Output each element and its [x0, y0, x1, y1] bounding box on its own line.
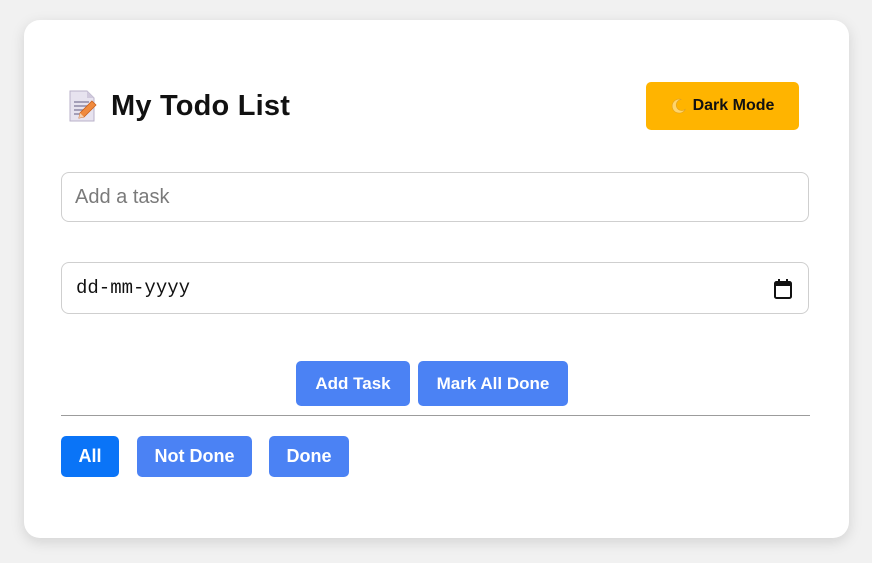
filter-done-button[interactable]: Done [269, 436, 349, 477]
crescent-moon-icon [671, 98, 686, 114]
date-placeholder: dd-mm-yyyy [76, 277, 191, 299]
task-input[interactable] [61, 172, 809, 222]
title-wrap: My Todo List [61, 86, 290, 126]
dark-mode-button[interactable]: Dark Mode [646, 82, 799, 130]
calendar-icon[interactable] [773, 278, 793, 300]
add-task-button[interactable]: Add Task [296, 361, 410, 406]
header: My Todo List Dark Mode [61, 82, 805, 130]
memo-icon [69, 90, 97, 122]
mark-all-done-button[interactable]: Mark All Done [418, 361, 568, 406]
filter-all-button[interactable]: All [61, 436, 119, 477]
dark-mode-label: Dark Mode [692, 97, 775, 114]
filter-not-done-button[interactable]: Not Done [137, 436, 252, 477]
divider [61, 415, 810, 416]
todo-card: My Todo List Dark Mode dd-mm-yyyy Add Ta… [24, 20, 849, 538]
page-title: My Todo List [111, 89, 291, 122]
due-date-input[interactable]: dd-mm-yyyy [61, 262, 809, 314]
